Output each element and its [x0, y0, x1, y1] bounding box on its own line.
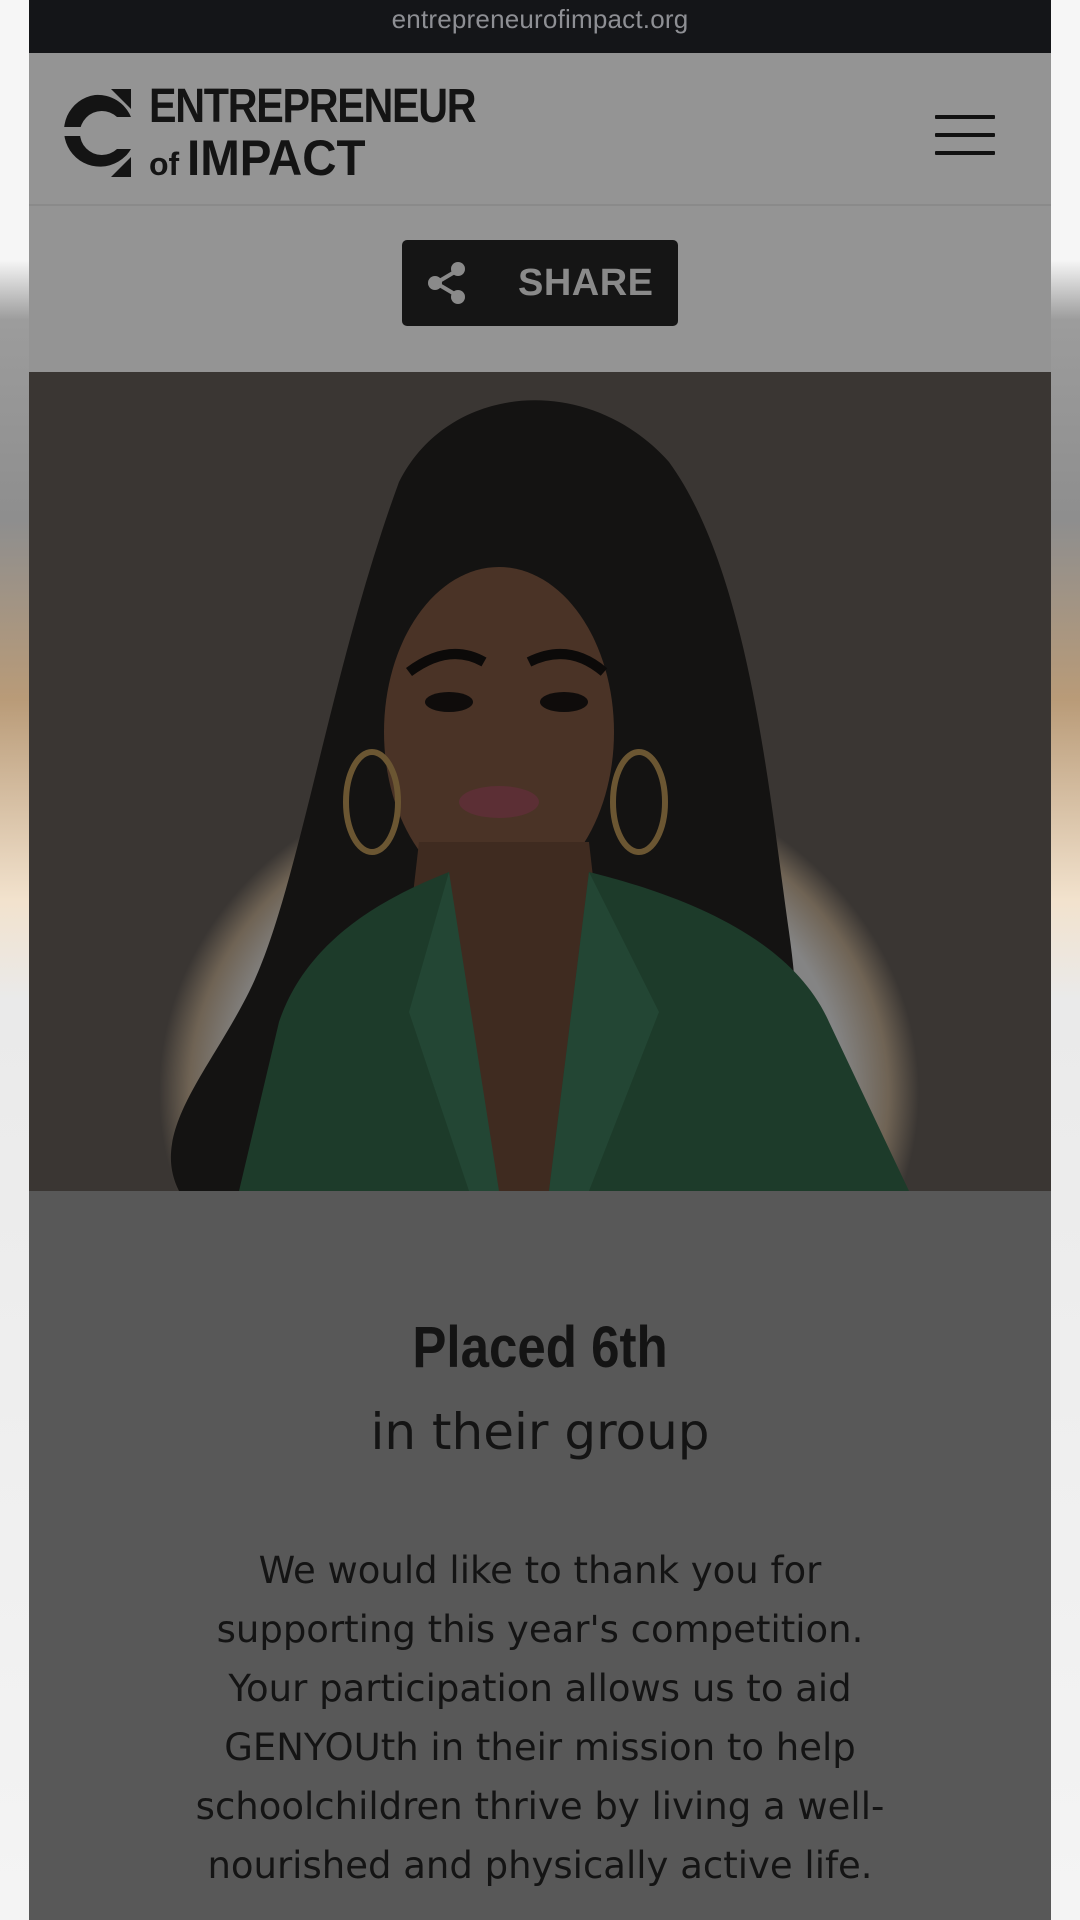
logo-wordmark: ENTREPRENEUR of IMPACT	[149, 80, 528, 186]
backdrop-left	[0, 0, 29, 1920]
logo-line-entrepreneur: ENTREPRENEUR	[149, 80, 477, 133]
logo-mark-icon	[59, 89, 131, 177]
browser-viewport: entrepreneurofimpact.org ENTREPRENEUR of…	[29, 0, 1051, 1920]
logo-impact: IMPACT	[187, 130, 366, 186]
thank-you-message: We would like to thank you for supportin…	[195, 1549, 885, 1887]
placement-title: Placed 6th	[412, 1315, 668, 1380]
url-text[interactable]: entrepreneurofimpact.org	[392, 4, 689, 35]
site-logo[interactable]: ENTREPRENEUR of IMPACT	[59, 83, 528, 183]
hamburger-menu-icon[interactable]	[935, 115, 995, 155]
result-section: Placed 6th in their group We would like …	[29, 1191, 1051, 1920]
address-bar[interactable]: entrepreneurofimpact.org	[29, 0, 1051, 53]
share-button[interactable]: SHARE	[402, 240, 678, 326]
placement-subtitle: in their group	[370, 1403, 710, 1461]
logo-of: of	[149, 146, 180, 182]
site-header: ENTREPRENEUR of IMPACT	[29, 53, 1051, 206]
share-icon	[428, 262, 465, 304]
portrait-image	[170, 400, 909, 1191]
share-label: SHARE	[518, 261, 654, 304]
backdrop-right	[1051, 0, 1080, 1920]
share-area: SHARE	[29, 206, 1051, 372]
contestant-photo	[29, 372, 1051, 1191]
